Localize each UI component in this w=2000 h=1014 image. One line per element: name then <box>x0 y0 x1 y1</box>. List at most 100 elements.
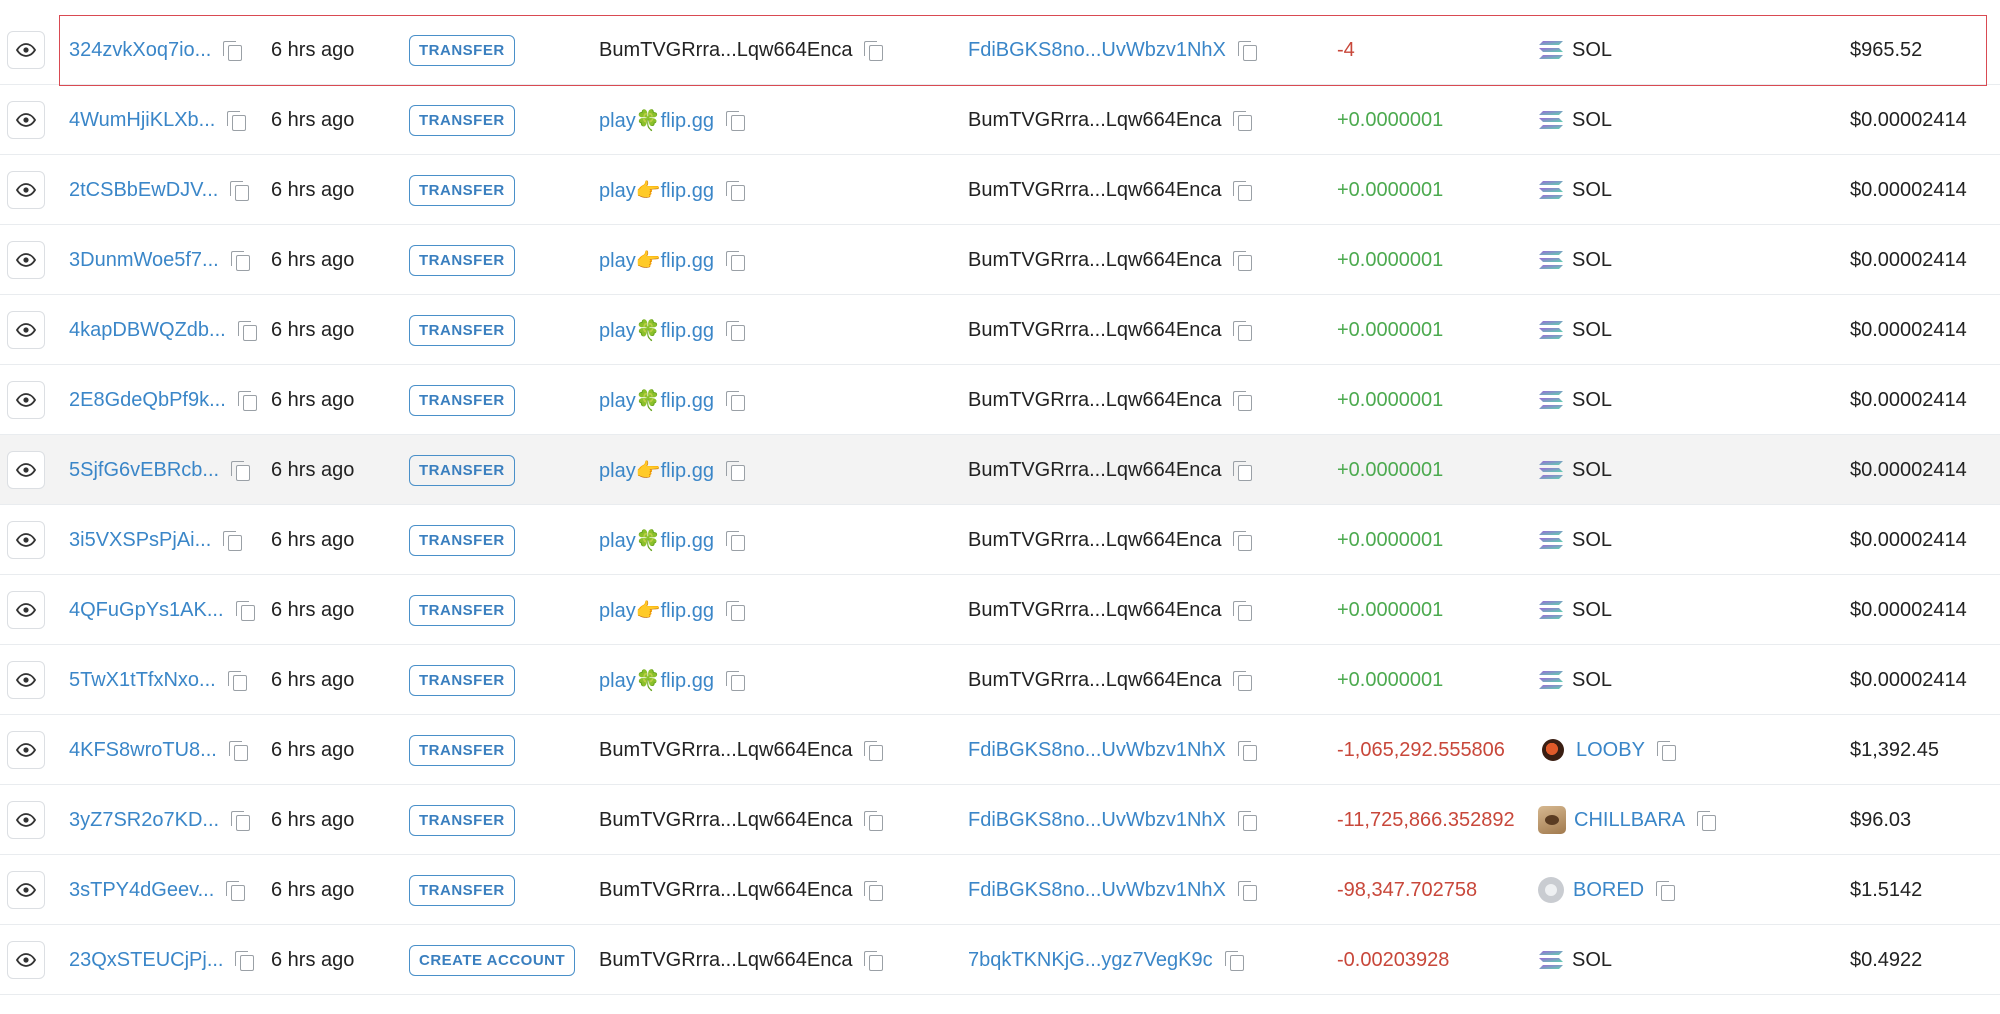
signature-link[interactable]: 3DunmWoe5f7... <box>69 249 219 272</box>
copy-icon[interactable] <box>724 599 746 621</box>
copy-icon[interactable] <box>862 809 884 831</box>
token-name[interactable]: LOOBY <box>1576 739 1645 762</box>
copy-icon[interactable] <box>229 249 251 271</box>
to-address[interactable]: BumTVGRrra...Lqw664Enca <box>968 389 1221 412</box>
table-row[interactable]: 3DunmWoe5f7... 6 hrs ago TRANSFER play👉f… <box>0 225 2000 295</box>
copy-icon[interactable] <box>1231 669 1253 691</box>
copy-icon[interactable] <box>724 249 746 271</box>
signature-link[interactable]: 3yZ7SR2o7KD... <box>69 809 219 832</box>
from-address[interactable]: play🍀flip.gg <box>599 388 714 413</box>
from-address[interactable]: BumTVGRrra...Lqw664Enca <box>599 739 852 762</box>
copy-icon[interactable] <box>1231 599 1253 621</box>
view-details-button[interactable] <box>7 591 45 629</box>
copy-icon[interactable] <box>1654 879 1676 901</box>
view-details-button[interactable] <box>7 801 45 839</box>
copy-icon[interactable] <box>234 599 256 621</box>
from-address[interactable]: BumTVGRrra...Lqw664Enca <box>599 39 852 62</box>
to-address[interactable]: FdiBGKS8no...UvWbzv1NhX <box>968 879 1226 902</box>
copy-icon[interactable] <box>1655 739 1677 761</box>
to-address[interactable]: BumTVGRrra...Lqw664Enca <box>968 249 1221 272</box>
from-address[interactable]: play🍀flip.gg <box>599 528 714 553</box>
to-address[interactable]: FdiBGKS8no...UvWbzv1NhX <box>968 809 1226 832</box>
view-details-button[interactable] <box>7 521 45 559</box>
view-details-button[interactable] <box>7 731 45 769</box>
signature-link[interactable]: 4QFuGpYs1AK... <box>69 599 224 622</box>
to-address[interactable]: BumTVGRrra...Lqw664Enca <box>968 319 1221 342</box>
to-address[interactable]: FdiBGKS8no...UvWbzv1NhX <box>968 739 1226 762</box>
table-row[interactable]: 324zvkXoq7io... 6 hrs ago TRANSFER BumTV… <box>0 15 2000 86</box>
table-row[interactable]: 4QFuGpYs1AK... 6 hrs ago TRANSFER play👉f… <box>0 575 2000 645</box>
from-address[interactable]: play👉flip.gg <box>599 598 714 623</box>
copy-icon[interactable] <box>1231 459 1253 481</box>
signature-link[interactable]: 23QxSTEUCjPj... <box>69 949 223 972</box>
to-address[interactable]: BumTVGRrra...Lqw664Enca <box>968 529 1221 552</box>
table-row[interactable]: 3yZ7SR2o7KD... 6 hrs ago TRANSFER BumTVG… <box>0 785 2000 855</box>
copy-icon[interactable] <box>862 879 884 901</box>
copy-icon[interactable] <box>229 809 251 831</box>
token-name[interactable]: BORED <box>1573 879 1644 902</box>
view-details-button[interactable] <box>7 311 45 349</box>
to-address[interactable]: BumTVGRrra...Lqw664Enca <box>968 179 1221 202</box>
copy-icon[interactable] <box>1236 879 1258 901</box>
copy-icon[interactable] <box>724 529 746 551</box>
from-address[interactable]: BumTVGRrra...Lqw664Enca <box>599 949 852 972</box>
view-details-button[interactable] <box>7 31 45 69</box>
view-details-button[interactable] <box>7 101 45 139</box>
to-address[interactable]: BumTVGRrra...Lqw664Enca <box>968 669 1221 692</box>
table-row[interactable]: 3sTPY4dGeev... 6 hrs ago TRANSFER BumTVG… <box>0 855 2000 925</box>
copy-icon[interactable] <box>862 39 884 61</box>
to-address[interactable]: FdiBGKS8no...UvWbzv1NhX <box>968 39 1226 62</box>
copy-icon[interactable] <box>1695 809 1717 831</box>
from-address[interactable]: play👉flip.gg <box>599 178 714 203</box>
copy-icon[interactable] <box>236 389 258 411</box>
table-row[interactable]: 2E8GdeQbPf9k... 6 hrs ago TRANSFER play🍀… <box>0 365 2000 435</box>
from-address[interactable]: play🍀flip.gg <box>599 668 714 693</box>
copy-icon[interactable] <box>724 179 746 201</box>
from-address[interactable]: play🍀flip.gg <box>599 318 714 343</box>
signature-link[interactable]: 3i5VXSPsPjAi... <box>69 529 211 552</box>
table-row[interactable]: 3i5VXSPsPjAi... 6 hrs ago TRANSFER play🍀… <box>0 505 2000 575</box>
copy-icon[interactable] <box>1236 739 1258 761</box>
table-row[interactable]: 4KFS8wroTU8... 6 hrs ago TRANSFER BumTVG… <box>0 715 2000 785</box>
view-details-button[interactable] <box>7 941 45 979</box>
view-details-button[interactable] <box>7 871 45 909</box>
signature-link[interactable]: 3sTPY4dGeev... <box>69 879 214 902</box>
to-address[interactable]: 7bqkTKNKjG...ygz7VegK9c <box>968 949 1213 972</box>
to-address[interactable]: BumTVGRrra...Lqw664Enca <box>968 459 1221 482</box>
signature-link[interactable]: 4kapDBWQZdb... <box>69 319 226 342</box>
copy-icon[interactable] <box>1236 809 1258 831</box>
copy-icon[interactable] <box>1231 249 1253 271</box>
copy-icon[interactable] <box>229 459 251 481</box>
from-address[interactable]: play👉flip.gg <box>599 458 714 483</box>
copy-icon[interactable] <box>236 319 258 341</box>
copy-icon[interactable] <box>221 529 243 551</box>
copy-icon[interactable] <box>1231 179 1253 201</box>
copy-icon[interactable] <box>724 669 746 691</box>
view-details-button[interactable] <box>7 171 45 209</box>
signature-link[interactable]: 324zvkXoq7io... <box>69 39 211 62</box>
view-details-button[interactable] <box>7 661 45 699</box>
copy-icon[interactable] <box>1231 389 1253 411</box>
copy-icon[interactable] <box>1236 39 1258 61</box>
table-row[interactable]: 2tCSBbEwDJV... 6 hrs ago TRANSFER play👉f… <box>0 155 2000 225</box>
copy-icon[interactable] <box>724 319 746 341</box>
view-details-button[interactable] <box>7 241 45 279</box>
signature-link[interactable]: 4KFS8wroTU8... <box>69 739 217 762</box>
signature-link[interactable]: 4WumHjiKLXb... <box>69 109 215 132</box>
copy-icon[interactable] <box>225 109 247 131</box>
copy-icon[interactable] <box>724 459 746 481</box>
table-row[interactable]: 4WumHjiKLXb... 6 hrs ago TRANSFER play🍀f… <box>0 85 2000 155</box>
view-details-button[interactable] <box>7 451 45 489</box>
copy-icon[interactable] <box>1231 109 1253 131</box>
view-details-button[interactable] <box>7 381 45 419</box>
copy-icon[interactable] <box>1231 319 1253 341</box>
copy-icon[interactable] <box>724 389 746 411</box>
copy-icon[interactable] <box>224 879 246 901</box>
copy-icon[interactable] <box>221 39 243 61</box>
copy-icon[interactable] <box>862 949 884 971</box>
from-address[interactable]: BumTVGRrra...Lqw664Enca <box>599 809 852 832</box>
signature-link[interactable]: 5TwX1tTfxNxo... <box>69 669 216 692</box>
table-row[interactable]: 5TwX1tTfxNxo... 6 hrs ago TRANSFER play🍀… <box>0 645 2000 715</box>
to-address[interactable]: BumTVGRrra...Lqw664Enca <box>968 599 1221 622</box>
signature-link[interactable]: 2E8GdeQbPf9k... <box>69 389 226 412</box>
